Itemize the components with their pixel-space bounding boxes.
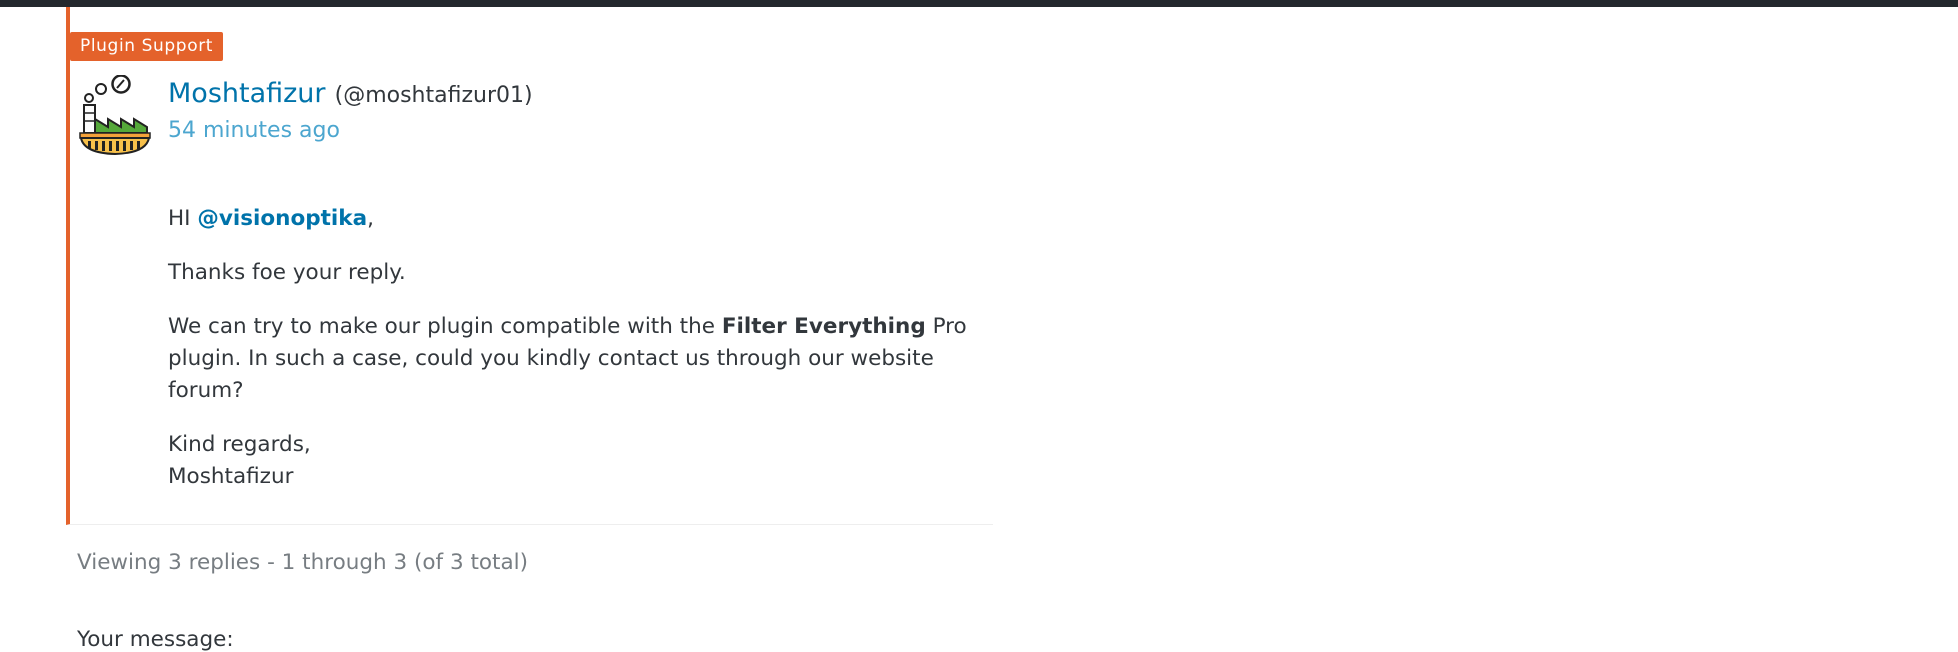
factory-avatar-icon — [77, 74, 153, 156]
greeting-prefix: HI — [168, 206, 198, 231]
author-info: Moshtafizur (@moshtafizur01) — [168, 78, 533, 109]
compat-text-before: We can try to make our plugin compatible… — [168, 314, 722, 339]
greeting-paragraph: HI @visionoptika, — [168, 203, 998, 235]
reply-content: HI @visionoptika, Thanks foe your reply.… — [168, 203, 998, 515]
author-name-link[interactable]: Moshtafizur — [168, 78, 326, 109]
mention-link[interactable]: @visionoptika — [197, 206, 367, 231]
greeting-suffix: , — [367, 206, 374, 231]
author-handle: (@moshtafizur01) — [334, 83, 533, 108]
closing-text: Kind regards, — [168, 432, 311, 457]
compatibility-paragraph: We can try to make our plugin compatible… — [168, 311, 998, 407]
thanks-paragraph: Thanks foe your reply. — [168, 260, 406, 285]
author-avatar[interactable] — [76, 74, 154, 156]
signature-text: Moshtafizur — [168, 464, 294, 489]
reply-timestamp-link[interactable]: 54 minutes ago — [168, 118, 340, 143]
your-message-label: Your message: — [77, 627, 234, 652]
closing-paragraph: Kind regards, Moshtafizur — [168, 429, 998, 493]
top-admin-bar — [0, 0, 1958, 7]
plugin-support-badge: Plugin Support — [70, 32, 224, 61]
pagination-count: Viewing 3 replies - 1 through 3 (of 3 to… — [77, 550, 529, 575]
filter-everything-bold: Filter Everything — [721, 314, 926, 339]
